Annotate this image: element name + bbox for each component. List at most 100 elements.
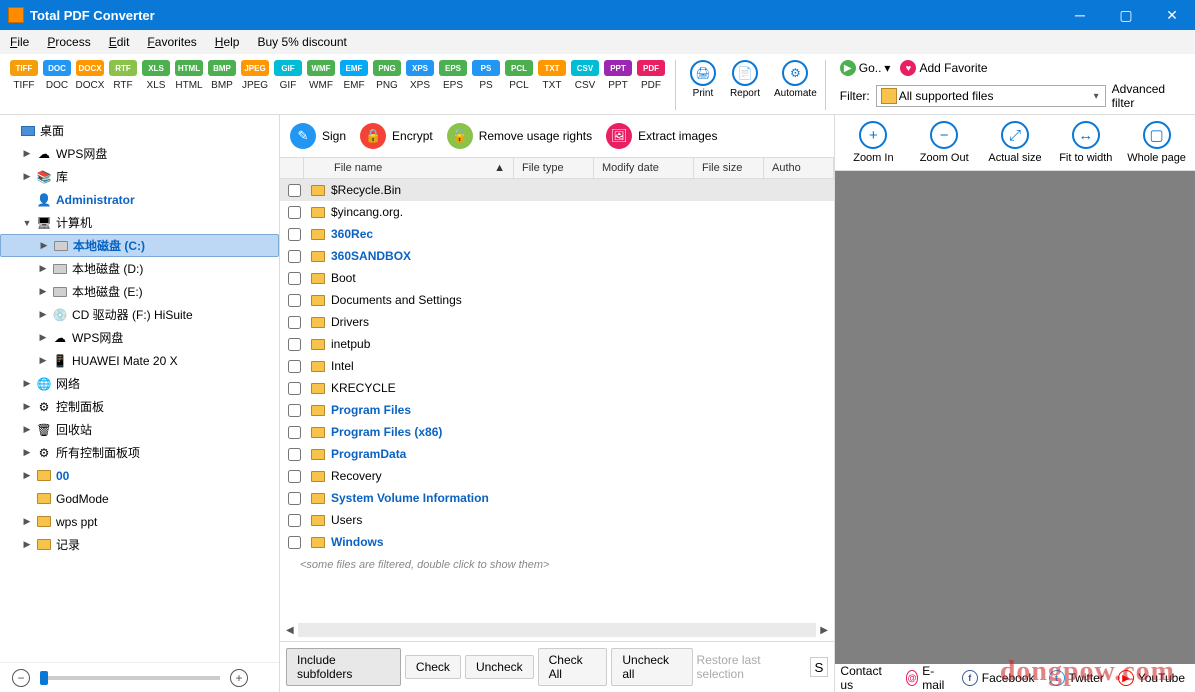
format-docx-button[interactable]: DOCXDOCX (74, 60, 106, 91)
file-checkbox[interactable] (288, 470, 301, 483)
column-size[interactable]: File size (694, 158, 764, 178)
filtered-files-note[interactable]: <some files are filtered, double click t… (280, 553, 834, 571)
expand-icon[interactable]: ▶ (22, 424, 32, 435)
tree-item[interactable]: ▶☁WPS网盘 (0, 326, 279, 349)
file-row[interactable]: Program Files (280, 399, 834, 421)
check-button[interactable]: Check (405, 655, 461, 679)
zoom-slider[interactable] (40, 676, 220, 680)
format-jpeg-button[interactable]: JPEGJPEG (239, 60, 271, 91)
tree-item[interactable]: ▶📚库 (0, 165, 279, 188)
format-pcl-button[interactable]: PCLPCL (503, 60, 535, 91)
zoom-in-button[interactable]: + (230, 669, 248, 687)
expand-icon[interactable]: ▶ (38, 355, 48, 366)
file-row[interactable]: 360SANDBOX (280, 245, 834, 267)
include-subfolders-button[interactable]: Include subfolders (286, 648, 401, 686)
scroll-right-icon[interactable]: ▶ (820, 625, 828, 636)
automate-button[interactable]: ⚙Automate (774, 60, 817, 99)
expand-icon[interactable]: ▶ (39, 240, 49, 251)
file-checkbox[interactable] (288, 206, 301, 219)
scroll-left-icon[interactable]: ◀ (286, 625, 294, 636)
file-row[interactable]: Program Files (x86) (280, 421, 834, 443)
format-csv-button[interactable]: CSVCSV (569, 60, 601, 91)
file-checkbox[interactable] (288, 492, 301, 505)
format-tiff-button[interactable]: TIFFTIFF (8, 60, 40, 91)
actual-size-button[interactable]: ⤢Actual size (981, 121, 1050, 164)
file-row[interactable]: Drivers (280, 311, 834, 333)
check-all-button[interactable]: Check All (538, 648, 608, 686)
expand-icon[interactable]: ▶ (38, 286, 48, 297)
file-row[interactable]: Recovery (280, 465, 834, 487)
minimize-button[interactable]: ─ (1057, 0, 1103, 30)
file-row[interactable]: System Volume Information (280, 487, 834, 509)
file-checkbox[interactable] (288, 426, 301, 439)
format-rtf-button[interactable]: RTFRTF (107, 60, 139, 91)
file-checkbox[interactable] (288, 536, 301, 549)
tree-item[interactable]: ▶⚙所有控制面板项 (0, 441, 279, 464)
format-pdf-button[interactable]: PDFPDF (635, 60, 667, 91)
format-bmp-button[interactable]: BMPBMP (206, 60, 238, 91)
expand-icon[interactable]: ▶ (22, 539, 32, 550)
contact-us-link[interactable]: Contact us (840, 664, 881, 692)
tree-item[interactable]: ▶本地磁盘 (C:) (0, 234, 279, 257)
horizontal-scrollbar[interactable]: ◀ ▶ (280, 619, 834, 641)
file-checkbox[interactable] (288, 316, 301, 329)
report-button[interactable]: 📄Report (730, 60, 760, 99)
expand-icon[interactable]: ▶ (22, 378, 32, 389)
expand-icon[interactable]: ▶ (22, 148, 32, 159)
file-checkbox[interactable] (288, 250, 301, 263)
tree-item[interactable]: GodMode (0, 487, 279, 510)
expand-icon[interactable]: ▶ (38, 263, 48, 274)
facebook-link[interactable]: fFacebook (962, 670, 1035, 686)
file-checkbox[interactable] (288, 360, 301, 373)
file-row[interactable]: ProgramData (280, 443, 834, 465)
tree-item[interactable]: ▶记录 (0, 533, 279, 556)
zoom-out-button[interactable]: −Zoom Out (910, 121, 979, 164)
file-checkbox[interactable] (288, 514, 301, 527)
column-date[interactable]: Modify date (594, 158, 694, 178)
format-xps-button[interactable]: XPSXPS (404, 60, 436, 91)
file-row[interactable]: $yincang.org. (280, 201, 834, 223)
tree-item[interactable]: ▶⚙控制面板 (0, 395, 279, 418)
zoom-in-button[interactable]: +Zoom In (839, 121, 908, 164)
tree-item[interactable]: ▼🖥计算机 (0, 211, 279, 234)
fit-to-width-button[interactable]: ↔Fit to width (1051, 121, 1120, 164)
file-checkbox[interactable] (288, 338, 301, 351)
file-row[interactable]: KRECYCLE (280, 377, 834, 399)
go-button[interactable]: ▶ Go..▾ (840, 60, 891, 76)
uncheck-button[interactable]: Uncheck (465, 655, 534, 679)
file-checkbox[interactable] (288, 184, 301, 197)
file-row[interactable]: inetpub (280, 333, 834, 355)
email-link[interactable]: @E-mail (906, 664, 948, 692)
file-checkbox[interactable] (288, 294, 301, 307)
format-ps-button[interactable]: PSPS (470, 60, 502, 91)
zoom-out-button[interactable]: − (12, 669, 30, 687)
expand-icon[interactable]: ▶ (22, 516, 32, 527)
file-checkbox[interactable] (288, 448, 301, 461)
file-checkbox[interactable] (288, 382, 301, 395)
format-gif-button[interactable]: GIFGIF (272, 60, 304, 91)
expand-icon[interactable]: ▶ (38, 332, 48, 343)
youtube-link[interactable]: ▶YouTube (1118, 670, 1185, 686)
advanced-filter-link[interactable]: Advanced filter (1112, 82, 1187, 110)
menu-buy-discount[interactable]: Buy 5% discount (257, 35, 346, 49)
tree-item[interactable]: ▶本地磁盘 (E:) (0, 280, 279, 303)
tree-item[interactable]: ▶📱HUAWEI Mate 20 X (0, 349, 279, 372)
format-emf-button[interactable]: EMFEMF (338, 60, 370, 91)
expand-icon[interactable]: ▶ (22, 447, 32, 458)
column-type[interactable]: File type (514, 158, 594, 178)
file-row[interactable]: 360Rec (280, 223, 834, 245)
file-checkbox[interactable] (288, 228, 301, 241)
encrypt-button[interactable]: 🔒Encrypt (360, 123, 433, 149)
file-row[interactable]: Users (280, 509, 834, 531)
expand-icon[interactable]: ▼ (22, 218, 32, 228)
expand-icon[interactable]: ▶ (38, 309, 48, 320)
format-html-button[interactable]: HTMLHTML (173, 60, 205, 91)
menu-help[interactable]: Help (215, 35, 240, 49)
remove-usage-rights-button[interactable]: 🔓Remove usage rights (447, 123, 592, 149)
menu-edit[interactable]: Edit (109, 35, 130, 49)
format-wmf-button[interactable]: WMFWMF (305, 60, 337, 91)
file-checkbox[interactable] (288, 272, 301, 285)
format-xls-button[interactable]: XLSXLS (140, 60, 172, 91)
expand-icon[interactable]: ▶ (22, 470, 32, 481)
tree-item[interactable]: ▶🌐网络 (0, 372, 279, 395)
